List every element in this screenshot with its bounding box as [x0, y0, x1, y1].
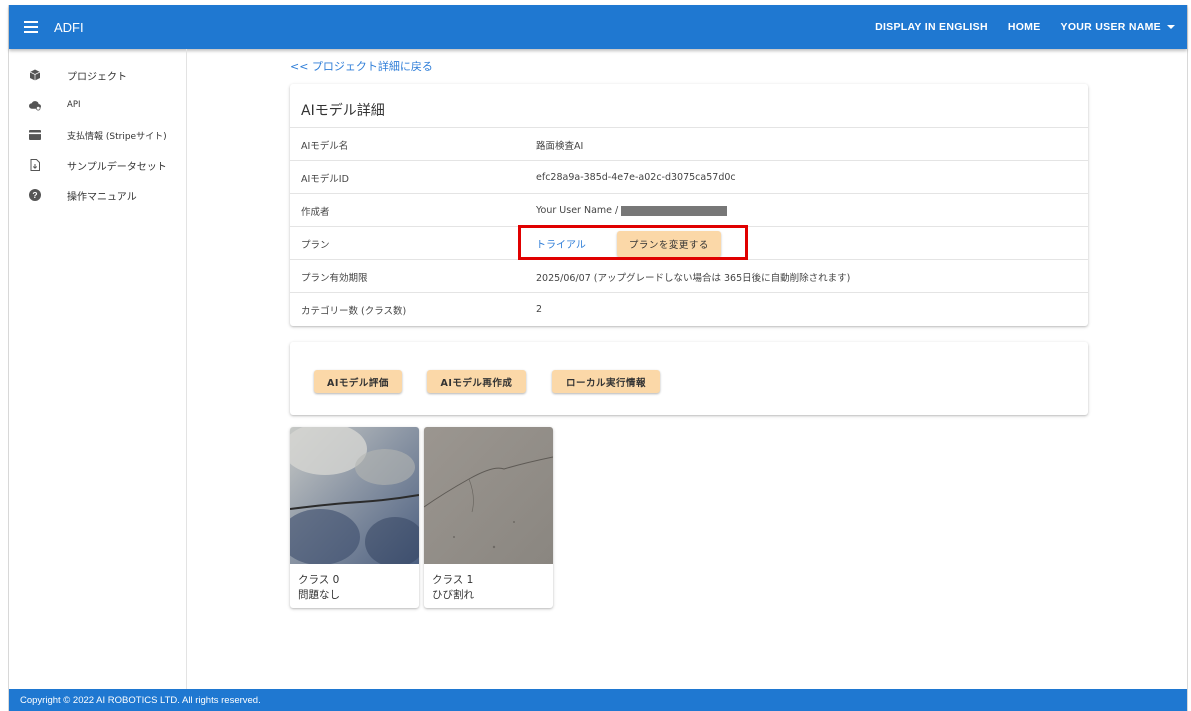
file-download-icon	[29, 159, 41, 171]
row-value: 2025/06/07 (アップグレードしない場合は 365日後に自動削除されます…	[536, 272, 851, 284]
caret-down-icon	[1167, 25, 1175, 29]
sidebar-item-sample-dataset[interactable]: サンプルデータセット	[9, 150, 186, 180]
sidebar-item-label: 操作マニュアル	[67, 191, 137, 203]
sidebar-item-manual[interactable]: ? 操作マニュアル	[9, 180, 186, 210]
row-value-container: Your User Name /	[536, 205, 728, 216]
class-0-text: クラス 0 問題なし	[290, 568, 419, 608]
display-english-link[interactable]: DISPLAY IN ENGLISH	[875, 21, 988, 33]
class-1-thumbnail	[424, 427, 553, 564]
app-bar: ADFI DISPLAY IN ENGLISH HOME YOUR USER N…	[9, 5, 1187, 49]
detail-row-plan-expiry: プラン有効期限 2025/06/07 (アップグレードしない場合は 365日後に…	[290, 259, 1088, 293]
model-actions-card: AIモデル評価 AIモデル再作成 ローカル実行情報	[290, 342, 1088, 415]
help-circle-icon: ?	[29, 189, 41, 201]
class-name: ひび割れ	[432, 589, 474, 601]
home-link[interactable]: HOME	[1008, 21, 1041, 33]
row-label: プラン有効期限	[301, 272, 368, 284]
recreate-model-button[interactable]: AIモデル再作成	[427, 370, 526, 393]
row-value: efc28a9a-385d-4e7e-a02c-d3075ca57d0c	[536, 172, 736, 183]
detail-row-creator: 作成者 Your User Name /	[290, 193, 1088, 227]
detail-row-category-count: カテゴリー数 (クラス数) 2	[290, 292, 1088, 326]
row-label: 作成者	[301, 206, 330, 218]
app-title[interactable]: ADFI	[54, 20, 84, 35]
sidebar-item-label: 支払情報 (Stripeサイト)	[67, 131, 167, 142]
class-0-thumbnail	[290, 427, 419, 567]
sidebar: プロジェクト API 支払情報 (Stripeサイト) サンプルデータセット ?…	[9, 49, 187, 689]
local-execution-info-button[interactable]: ローカル実行情報	[552, 370, 660, 393]
credit-card-icon	[29, 129, 41, 141]
sidebar-item-api[interactable]: API	[9, 90, 186, 120]
cube-icon	[29, 69, 41, 81]
evaluate-model-button[interactable]: AIモデル評価	[314, 370, 402, 393]
top-nav: DISPLAY IN ENGLISH HOME YOUR USER NAME	[875, 21, 1187, 33]
class-name: 問題なし	[298, 589, 340, 601]
sidebar-item-billing[interactable]: 支払情報 (Stripeサイト)	[9, 120, 186, 150]
row-label: カテゴリー数 (クラス数)	[301, 305, 407, 317]
row-label: プラン	[301, 239, 330, 251]
svg-text:?: ?	[32, 190, 37, 200]
class-card-1[interactable]: クラス 1 ひび割れ	[424, 427, 553, 608]
redacted-email-block	[621, 205, 728, 216]
back-to-project-link[interactable]: << プロジェクト詳細に戻る	[290, 58, 433, 74]
row-value: 2	[536, 304, 543, 315]
row-label: AIモデルID	[301, 173, 349, 185]
user-name: YOUR USER NAME	[1060, 21, 1161, 33]
page-title: AIモデル詳細	[301, 103, 385, 119]
model-detail-card: AIモデル詳細 AIモデル名 路面検査AI AIモデルID efc28a9a-3…	[290, 84, 1088, 326]
row-label: AIモデル名	[301, 140, 349, 152]
class-id: クラス 1	[432, 574, 474, 586]
creator-name: Your User Name /	[536, 205, 619, 216]
sidebar-item-label: プロジェクト	[67, 71, 127, 83]
class-id: クラス 0	[298, 574, 340, 586]
sidebar-item-label: サンプルデータセット	[67, 161, 167, 173]
class-card-0[interactable]: クラス 0 問題なし	[290, 427, 419, 608]
sidebar-item-label: API	[67, 100, 81, 110]
detail-row-model-id: AIモデルID efc28a9a-385d-4e7e-a02c-d3075ca5…	[290, 160, 1088, 194]
user-menu[interactable]: YOUR USER NAME	[1061, 21, 1175, 33]
sidebar-item-project[interactable]: プロジェクト	[9, 60, 186, 90]
class-1-text: クラス 1 ひび割れ	[424, 568, 553, 608]
highlight-annotation-box	[518, 225, 748, 260]
copyright-text: Copyright © 2022 AI ROBOTICS LTD. All ri…	[20, 694, 261, 706]
cloud-api-icon	[29, 99, 41, 111]
row-value: 路面検査AI	[536, 140, 584, 152]
detail-row-model-name: AIモデル名 路面検査AI	[290, 127, 1088, 161]
footer: Copyright © 2022 AI ROBOTICS LTD. All ri…	[9, 689, 1187, 711]
hamburger-menu-icon[interactable]	[24, 21, 38, 33]
